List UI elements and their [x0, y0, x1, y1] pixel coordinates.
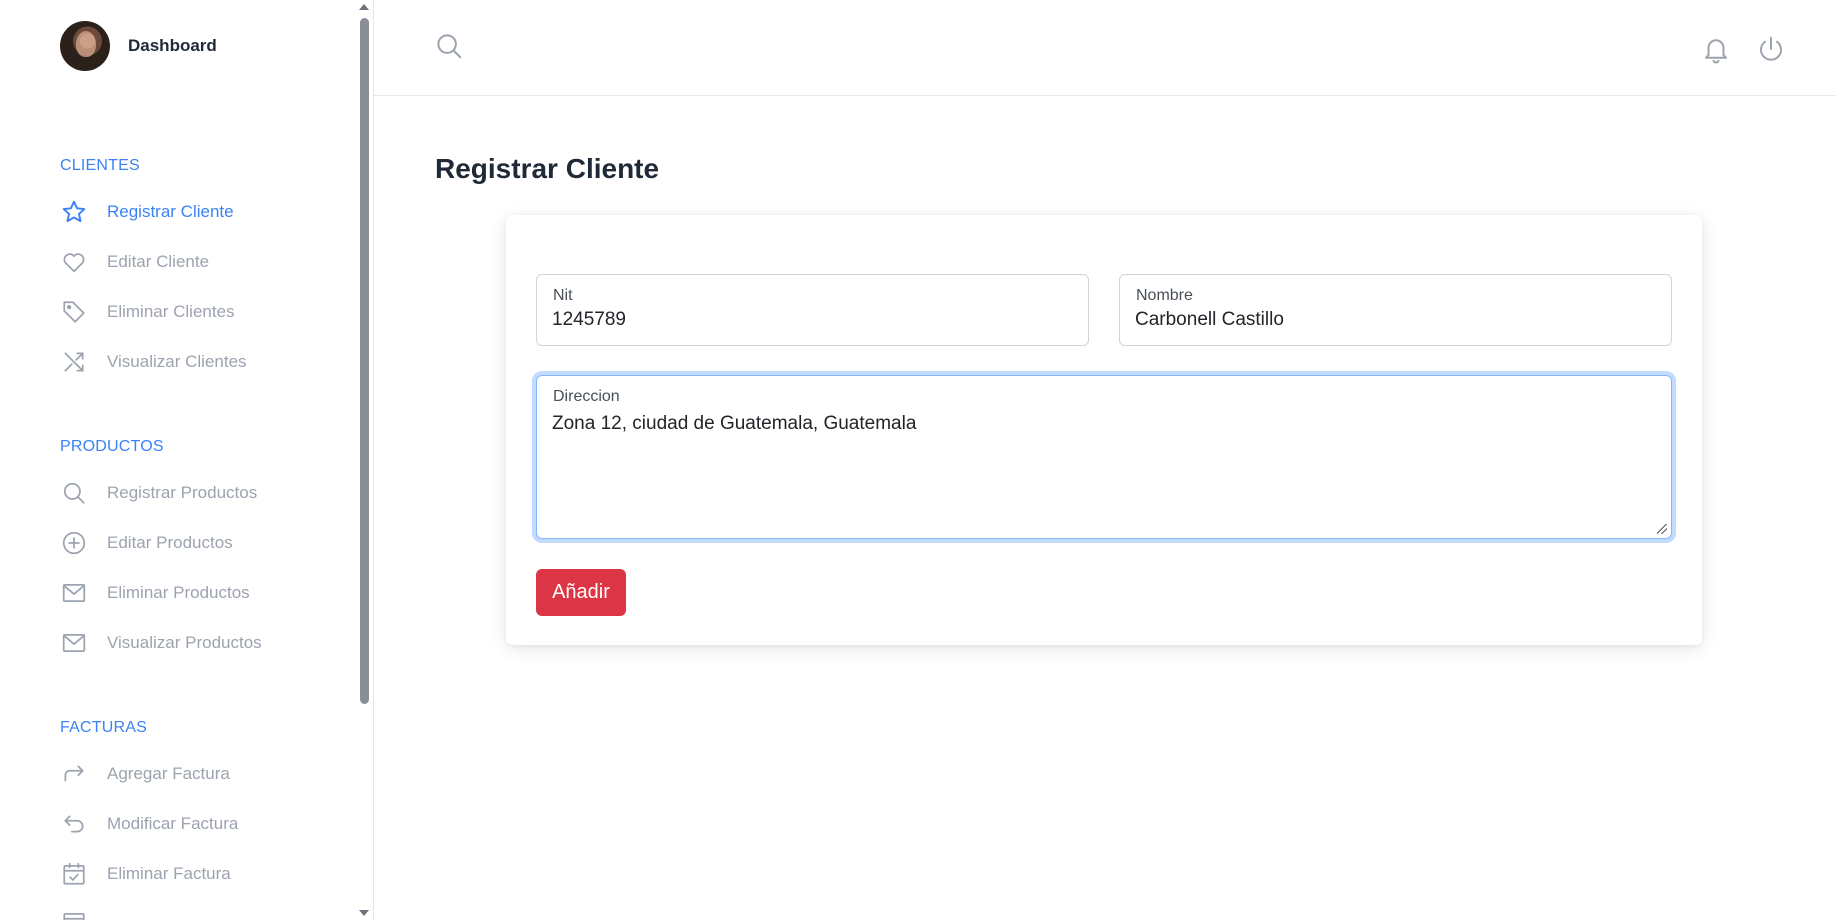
sidebar: Dashboard CLIENTES Registrar Cliente Edi…	[0, 0, 374, 920]
shuffle-icon	[60, 348, 88, 376]
sidebar-item-label: Registrar Productos	[107, 483, 258, 502]
scroll-down-arrow-icon[interactable]	[359, 910, 369, 916]
calendar-icon	[60, 908, 88, 920]
section-title-facturas: FACTURAS	[60, 719, 147, 736]
registration-form-card: Nit Nombre Direccion Zona 12, ciudad de …	[506, 215, 1702, 645]
scroll-up-arrow-icon[interactable]	[359, 4, 369, 10]
sidebar-item-label: Agregar Factura	[107, 764, 230, 783]
nombre-label: Nombre	[1136, 287, 1193, 304]
sidebar-item-label: Eliminar Productos	[107, 583, 250, 602]
sidebar-header: Dashboard	[60, 21, 217, 71]
heart-icon	[60, 248, 88, 276]
sidebar-item-editar-productos[interactable]: Editar Productos	[60, 528, 233, 558]
direccion-field[interactable]: Direccion Zona 12, ciudad de Guatemala, …	[536, 375, 1672, 539]
search-icon	[60, 479, 88, 507]
add-button[interactable]: Añadir	[536, 569, 626, 616]
resize-handle-icon[interactable]	[1657, 524, 1667, 534]
direccion-label: Direccion	[553, 388, 620, 405]
scrollbar-thumb[interactable]	[360, 18, 369, 704]
share-icon	[60, 760, 88, 788]
sidebar-item-agregar-factura[interactable]: Agregar Factura	[60, 759, 230, 789]
nombre-input[interactable]	[1135, 309, 1656, 331]
sidebar-item-editar-cliente[interactable]: Editar Cliente	[60, 247, 209, 277]
topbar	[374, 0, 1835, 96]
sidebar-item-label: Eliminar Factura	[107, 864, 231, 883]
calendar-check-icon	[60, 860, 88, 888]
sidebar-item-eliminar-clientes[interactable]: Eliminar Clientes	[60, 297, 235, 327]
power-icon[interactable]	[1756, 34, 1786, 64]
brand-title[interactable]: Dashboard	[128, 36, 217, 56]
sidebar-item-label: Visualizar Clientes	[107, 352, 247, 371]
sidebar-item-label: Visualizar Productos	[107, 633, 262, 652]
nombre-field[interactable]: Nombre	[1119, 274, 1672, 346]
nit-label: Nit	[553, 287, 573, 304]
mail-icon	[60, 629, 88, 657]
direccion-textarea[interactable]: Zona 12, ciudad de Guatemala, Guatemala	[552, 412, 1656, 522]
undo-icon	[60, 810, 88, 838]
sidebar-item-registrar-cliente[interactable]: Registrar Cliente	[60, 197, 234, 227]
sidebar-item-partial[interactable]	[60, 907, 107, 920]
nit-input[interactable]	[552, 309, 1073, 331]
page-title: Registrar Cliente	[435, 153, 660, 184]
avatar[interactable]	[60, 21, 110, 71]
sidebar-item-modificar-factura[interactable]: Modificar Factura	[60, 809, 238, 839]
sidebar-item-label: Registrar Cliente	[107, 202, 234, 221]
section-title-productos: PRODUCTOS	[60, 438, 164, 455]
sidebar-item-label: Eliminar Clientes	[107, 302, 235, 321]
sidebar-item-label: Modificar Factura	[107, 814, 239, 833]
mail-icon	[60, 579, 88, 607]
bell-icon[interactable]	[1701, 34, 1731, 64]
sidebar-item-registrar-productos[interactable]: Registrar Productos	[60, 478, 257, 508]
sidebar-item-visualizar-productos[interactable]: Visualizar Productos	[60, 628, 262, 658]
search-icon[interactable]	[434, 31, 464, 61]
sidebar-scrollbar[interactable]	[357, 0, 371, 920]
plus-circle-icon	[60, 529, 88, 557]
sidebar-item-label: Editar Productos	[107, 533, 233, 552]
sidebar-item-eliminar-productos[interactable]: Eliminar Productos	[60, 578, 250, 608]
star-icon	[60, 198, 88, 226]
sidebar-item-visualizar-clientes[interactable]: Visualizar Clientes	[60, 347, 247, 377]
nit-field[interactable]: Nit	[536, 274, 1089, 346]
section-title-clientes: CLIENTES	[60, 157, 140, 174]
tag-icon	[60, 298, 88, 326]
sidebar-item-label: Editar Cliente	[107, 252, 210, 271]
sidebar-item-eliminar-factura[interactable]: Eliminar Factura	[60, 859, 231, 889]
